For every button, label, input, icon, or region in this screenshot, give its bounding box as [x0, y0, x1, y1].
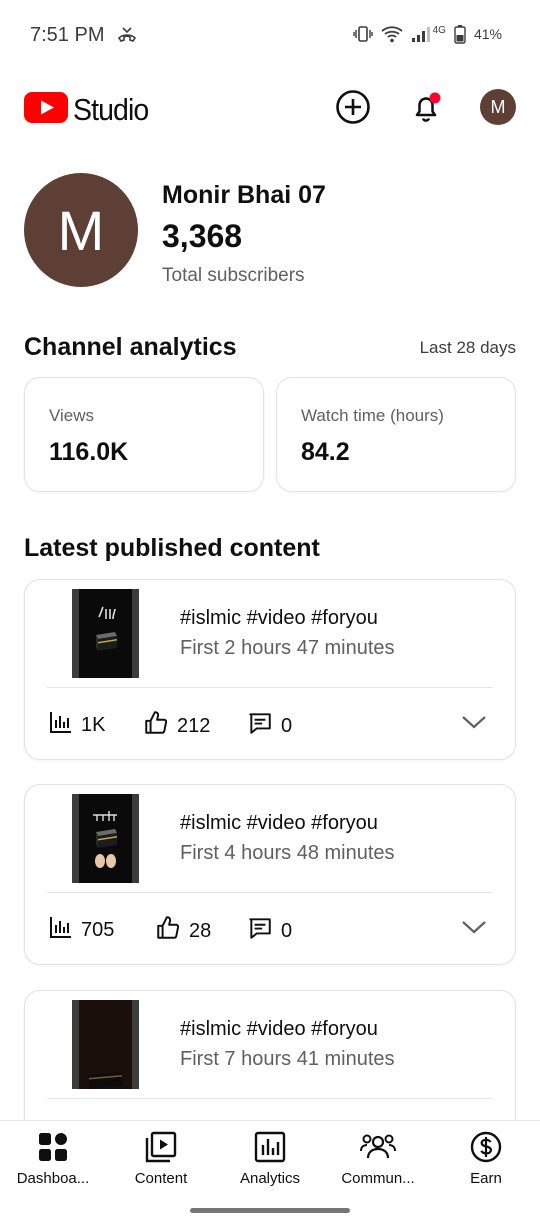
nav-earn[interactable]: Earn: [436, 1131, 536, 1187]
bell-icon: [408, 89, 444, 130]
home-indicator[interactable]: [190, 1208, 350, 1213]
metric-label: Watch time (hours): [301, 406, 444, 425]
likes-count: 212: [177, 714, 211, 737]
channel-summary: M Monir Bhai 07 3,368 Total subscribers: [24, 173, 516, 289]
metric-label: Views: [49, 406, 95, 425]
comment-icon: [247, 915, 273, 947]
comments-count: 0: [281, 714, 293, 737]
content-card[interactable]: #islmic #video #foryou First 2 hours 47 …: [24, 579, 516, 760]
video-thumbnail[interactable]: [72, 589, 139, 678]
channel-name: Monir Bhai 07: [162, 181, 326, 209]
divider: [47, 892, 493, 893]
bar-chart-icon: [49, 915, 73, 945]
account-avatar[interactable]: M: [480, 89, 516, 125]
network-type: 4G: [432, 24, 446, 36]
video-title: #islmic #video #foryou: [180, 812, 378, 834]
video-age: First 7 hours 41 minutes: [180, 1048, 395, 1070]
create-button[interactable]: [334, 89, 372, 130]
earn-icon: [470, 1131, 502, 1163]
subscriber-count: 3,368: [162, 218, 243, 254]
latest-content-title: Latest published content: [24, 534, 320, 562]
thumb-up-icon: [143, 710, 169, 742]
nav-label: Earn: [470, 1170, 502, 1187]
metric-value: 116.0K: [49, 438, 129, 466]
content-icon: [145, 1131, 177, 1163]
nav-community[interactable]: Commun...: [328, 1131, 428, 1187]
analytics-title: Channel analytics: [24, 333, 237, 361]
metric-value: 84.2: [301, 438, 350, 466]
views-count: 1K: [81, 713, 106, 736]
comments-stat: 0: [247, 915, 292, 947]
app-name: Studio: [73, 92, 149, 127]
subscriber-label: Total subscribers: [162, 265, 305, 286]
channel-avatar[interactable]: M: [24, 173, 138, 287]
views-card[interactable]: Views 116.0K: [24, 377, 264, 492]
battery-level: 41%: [473, 26, 502, 42]
app-header: Studio M: [0, 84, 540, 134]
studio-logo[interactable]: Studio: [24, 92, 155, 128]
video-age: First 4 hours 48 minutes: [180, 842, 395, 864]
nav-label: Analytics: [239, 1170, 301, 1187]
comments-stat: 0: [247, 710, 292, 742]
likes-stat: 28: [155, 915, 211, 947]
nav-label: Content: [134, 1170, 188, 1187]
missed-call-icon: [117, 26, 137, 49]
watch-time-card[interactable]: Watch time (hours) 84.2: [276, 377, 516, 492]
views-stat: 705: [49, 915, 114, 945]
notifications-button[interactable]: [407, 90, 445, 128]
bar-chart-icon: [49, 710, 73, 740]
battery-icon: [454, 24, 466, 44]
nav-analytics[interactable]: Analytics: [220, 1131, 320, 1187]
status-time: 7:51 PM: [30, 24, 105, 46]
kaaba-thumbnail-icon: [96, 606, 117, 651]
likes-count: 28: [189, 919, 212, 942]
community-icon: [360, 1131, 396, 1163]
youtube-logo-icon: [24, 92, 68, 128]
add-circle-icon: [335, 89, 371, 130]
video-title: #islmic #video #foryou: [180, 1018, 378, 1040]
thumb-up-icon: [155, 915, 181, 947]
divider: [47, 687, 493, 688]
chevron-down-icon[interactable]: [461, 713, 487, 736]
nav-label: Commun...: [341, 1170, 415, 1187]
video-stats: 1K 212 0: [49, 710, 489, 740]
likes-stat: 212: [143, 710, 210, 742]
content-card[interactable]: #islmic #video #foryou First 4 hours 48 …: [24, 784, 516, 965]
nav-content[interactable]: Content: [111, 1131, 211, 1187]
views-count: 705: [81, 918, 115, 941]
kaaba-thumbnail-icon: [89, 1072, 122, 1089]
nav-dashboard[interactable]: Dashboa...: [3, 1131, 103, 1187]
video-thumbnail[interactable]: [72, 1000, 139, 1089]
analytics-period: Last 28 days: [419, 338, 516, 357]
comments-count: 0: [281, 919, 293, 942]
video-age: First 2 hours 47 minutes: [180, 637, 395, 659]
dashboard-icon: [37, 1131, 69, 1163]
video-thumbnail[interactable]: [72, 794, 139, 883]
vibrate-icon: [352, 25, 373, 43]
chevron-down-icon[interactable]: [461, 918, 487, 941]
video-title: #islmic #video #foryou: [180, 607, 378, 629]
video-stats: 705 28 0: [49, 915, 489, 945]
wifi-icon: [381, 25, 403, 43]
kaaba-thumbnail-icon: [93, 811, 117, 868]
analytics-icon: [254, 1131, 286, 1163]
signal-icon: [411, 25, 431, 43]
comment-icon: [247, 710, 273, 742]
views-stat: 1K: [49, 710, 105, 740]
content-card[interactable]: #islmic #video #foryou First 7 hours 41 …: [24, 990, 516, 1140]
bottom-navigation: Dashboa... Content Analytics Commun... E…: [0, 1120, 540, 1230]
divider: [47, 1098, 493, 1099]
status-bar: 7:51 PM 4G 41%: [0, 0, 540, 72]
nav-label: Dashboa...: [16, 1170, 90, 1187]
